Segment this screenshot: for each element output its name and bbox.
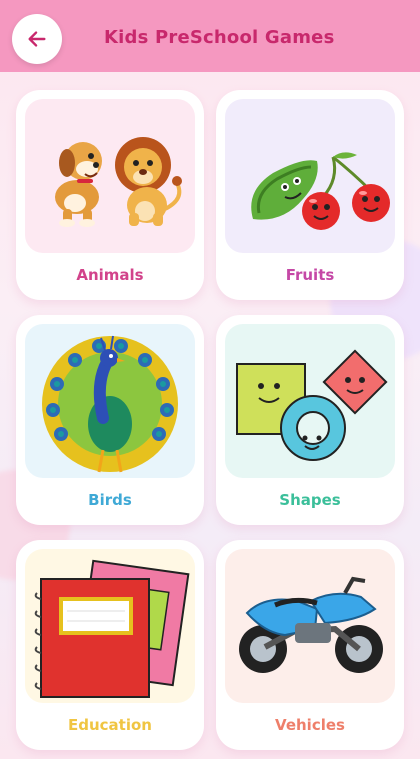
- animals-tile: [25, 99, 195, 253]
- category-label-fruits: Fruits: [285, 266, 335, 284]
- category-label-education: Education: [68, 716, 152, 734]
- shapes-icon: [236, 349, 388, 461]
- motorbike-icon: [239, 576, 383, 673]
- animals-icon: [55, 137, 182, 227]
- category-card-birds[interactable]: Birds: [16, 315, 204, 525]
- app-header: Kids PreSchool Games: [0, 0, 420, 72]
- fruits-tile: [225, 99, 395, 253]
- shapes-tile: [225, 324, 395, 478]
- category-card-vehicles[interactable]: Vehicles: [216, 540, 404, 750]
- category-label-vehicles: Vehicles: [275, 716, 345, 734]
- vehicles-tile: [225, 549, 395, 703]
- arrow-left-icon: [28, 31, 46, 47]
- education-tile: [25, 549, 195, 703]
- back-button[interactable]: [12, 14, 62, 64]
- category-label-animals: Animals: [76, 266, 144, 284]
- books-icon: [34, 559, 190, 698]
- category-card-shapes[interactable]: Shapes: [216, 315, 404, 525]
- category-card-animals[interactable]: Animals: [16, 90, 204, 300]
- category-card-education[interactable]: Education: [16, 540, 204, 750]
- page-title: Kids PreSchool Games: [104, 27, 335, 48]
- fruits-icon: [251, 152, 390, 230]
- peacock-icon: [42, 335, 178, 473]
- birds-tile: [25, 324, 195, 478]
- category-label-birds: Birds: [88, 491, 132, 509]
- category-card-fruits[interactable]: Fruits: [216, 90, 404, 300]
- category-label-shapes: Shapes: [279, 491, 341, 509]
